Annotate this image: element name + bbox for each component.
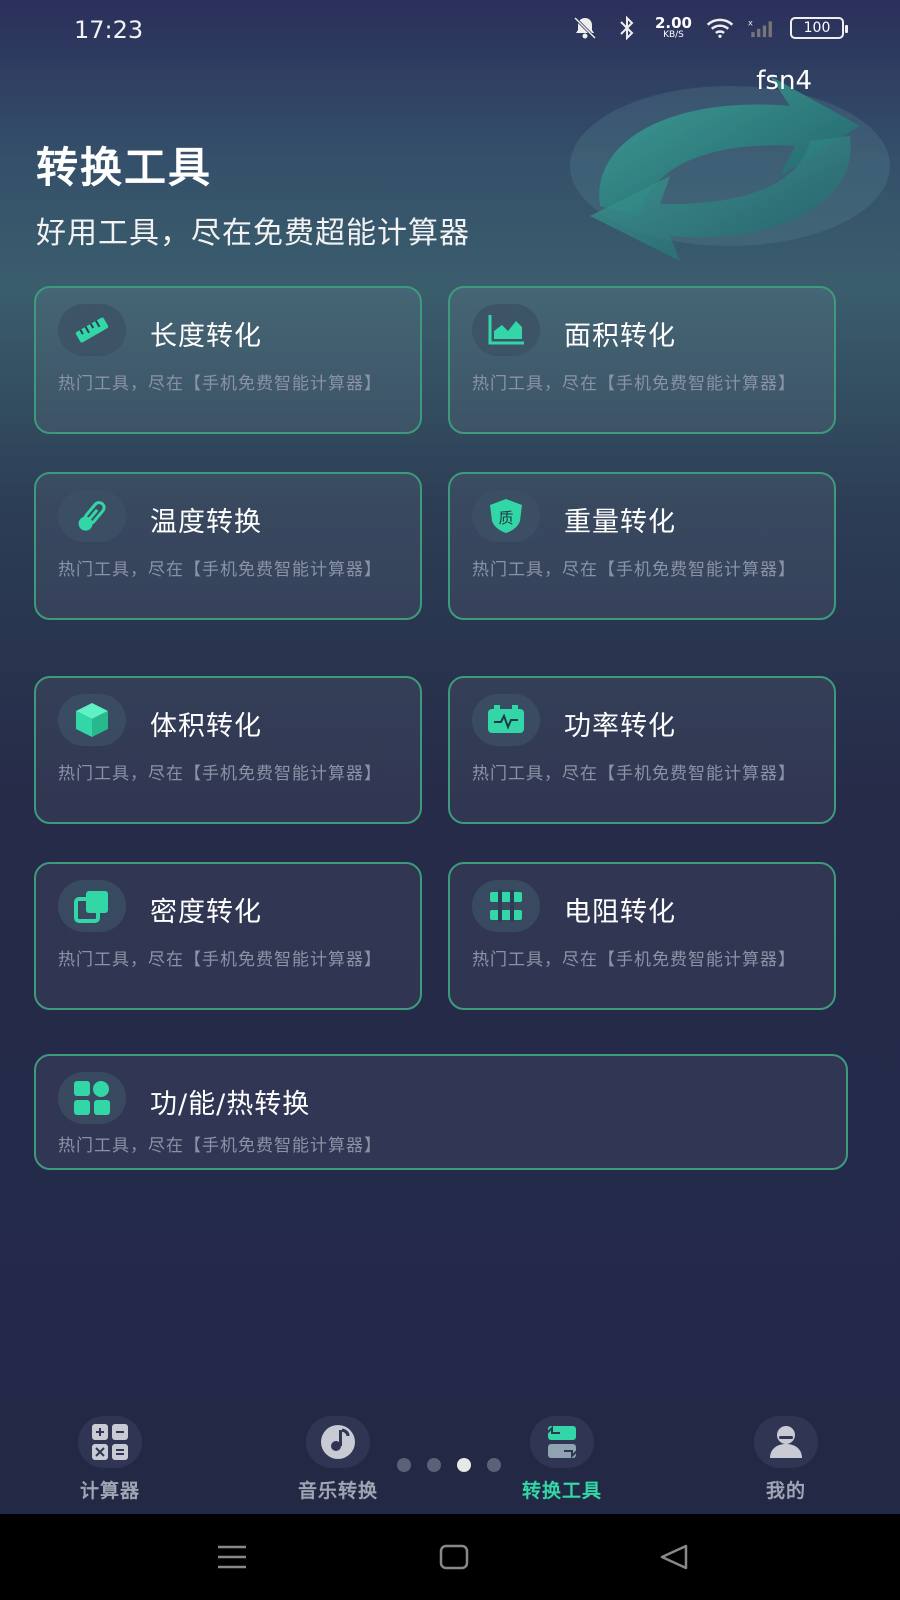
tool-card-desc: 热门工具，尽在【手机免费智能计算器】 (58, 560, 382, 580)
page-dot[interactable] (487, 1458, 501, 1472)
bottom-nav: 计算器 音乐转换 转换工具 我的 (0, 1402, 900, 1514)
tool-card-volume[interactable]: 体积转化 热门工具，尽在【手机免费智能计算器】 (34, 676, 422, 824)
tool-card-title: 重量转化 (564, 507, 676, 538)
mute-bell-icon (571, 14, 599, 42)
tool-card-desc: 热门工具，尽在【手机免费智能计算器】 (472, 374, 796, 394)
calculator-icon (78, 1416, 142, 1468)
tool-card-title: 体积转化 (150, 711, 262, 742)
signal-icon: x (748, 14, 776, 42)
tool-card-title: 密度转化 (150, 897, 262, 928)
page-subtitle: 好用工具，尽在免费超能计算器 (36, 216, 470, 251)
status-time: 17:23 (74, 16, 144, 44)
thermometer-icon (58, 490, 126, 542)
convert-arrows-decoration (570, 76, 890, 261)
tool-card-temperature[interactable]: 温度转换 热门工具，尽在【手机免费智能计算器】 (34, 472, 422, 620)
tool-card-title: 功/能/热转换 (150, 1089, 311, 1120)
nav-item-convert-tools[interactable]: 转换工具 (502, 1416, 622, 1503)
ruler-icon (58, 304, 126, 356)
back-icon[interactable] (654, 1540, 694, 1574)
battery-pulse-icon (472, 694, 540, 746)
page-dot-active[interactable] (457, 1458, 471, 1472)
user-icon (754, 1416, 818, 1468)
battery-indicator: 100 (790, 17, 848, 39)
area-chart-icon (472, 304, 540, 356)
tool-card-title: 电阻转化 (564, 897, 676, 928)
grid-apps-icon (58, 1072, 126, 1124)
wifi-icon (706, 14, 734, 42)
tool-card-desc: 热门工具，尽在【手机免费智能计算器】 (472, 950, 796, 970)
tool-card-title: 面积转化 (564, 321, 676, 352)
user-name[interactable]: fsn4 (756, 66, 812, 96)
music-disc-icon (306, 1416, 370, 1468)
overlap-squares-icon (58, 880, 126, 932)
tool-card-desc: 热门工具，尽在【手机免费智能计算器】 (472, 560, 796, 580)
tool-card-resistance[interactable]: 电阻转化 热门工具，尽在【手机免费智能计算器】 (448, 862, 836, 1010)
svg-text:x: x (748, 18, 753, 28)
nav-label: 我的 (765, 1480, 806, 1502)
tool-card-work-energy-heat[interactable]: 功/能/热转换 热门工具，尽在【手机免费智能计算器】 (34, 1054, 848, 1170)
nav-item-music-convert[interactable]: 音乐转换 (278, 1416, 398, 1503)
system-nav-bar (0, 1514, 900, 1600)
tool-card-desc: 热门工具，尽在【手机免费智能计算器】 (58, 1136, 382, 1156)
tool-card-density[interactable]: 密度转化 热门工具，尽在【手机免费智能计算器】 (34, 862, 422, 1010)
tool-card-desc: 热门工具，尽在【手机免费智能计算器】 (472, 764, 796, 784)
tool-card-title: 长度转化 (150, 321, 262, 352)
status-bar: 17:23 2.00 KB/S x 100 (0, 0, 900, 64)
tool-card-length[interactable]: 长度转化 热门工具，尽在【手机免费智能计算器】 (34, 286, 422, 434)
net-speed: 2.00 KB/S (654, 14, 692, 40)
shield-quality-icon: 质 (472, 490, 540, 542)
tool-card-desc: 热门工具，尽在【手机免费智能计算器】 (58, 950, 382, 970)
nav-label: 转换工具 (521, 1480, 602, 1502)
bluetooth-icon (613, 14, 641, 42)
nav-item-profile[interactable]: 我的 (726, 1416, 846, 1503)
tool-card-power[interactable]: 功率转化 热门工具，尽在【手机免费智能计算器】 (448, 676, 836, 824)
svg-text:质: 质 (498, 509, 513, 527)
nav-label: 计算器 (79, 1480, 140, 1502)
cube-icon (58, 694, 126, 746)
tool-card-area[interactable]: 面积转化 热门工具，尽在【手机免费智能计算器】 (448, 286, 836, 434)
tool-card-desc: 热门工具，尽在【手机免费智能计算器】 (58, 374, 382, 394)
page-indicator (397, 1458, 501, 1472)
status-icons: 2.00 KB/S x 100 (571, 14, 848, 42)
page-title: 转换工具 (36, 143, 213, 192)
tool-card-title: 功率转化 (564, 711, 676, 742)
tool-card-weight[interactable]: 质 重量转化 热门工具，尽在【手机免费智能计算器】 (448, 472, 836, 620)
menu-icon[interactable] (212, 1540, 252, 1574)
page-dot[interactable] (397, 1458, 411, 1472)
page-dot[interactable] (427, 1458, 441, 1472)
tool-card-title: 温度转换 (150, 507, 262, 538)
app-screen: 17:23 2.00 KB/S x 100 fsn4 转换工具 好用工具，尽在免… (0, 0, 900, 1600)
nav-item-calculator[interactable]: 计算器 (50, 1416, 170, 1503)
nav-label: 音乐转换 (297, 1480, 378, 1502)
home-icon[interactable] (434, 1540, 474, 1574)
resistor-icon (472, 880, 540, 932)
convert-icon (530, 1416, 594, 1468)
tool-card-desc: 热门工具，尽在【手机免费智能计算器】 (58, 764, 382, 784)
